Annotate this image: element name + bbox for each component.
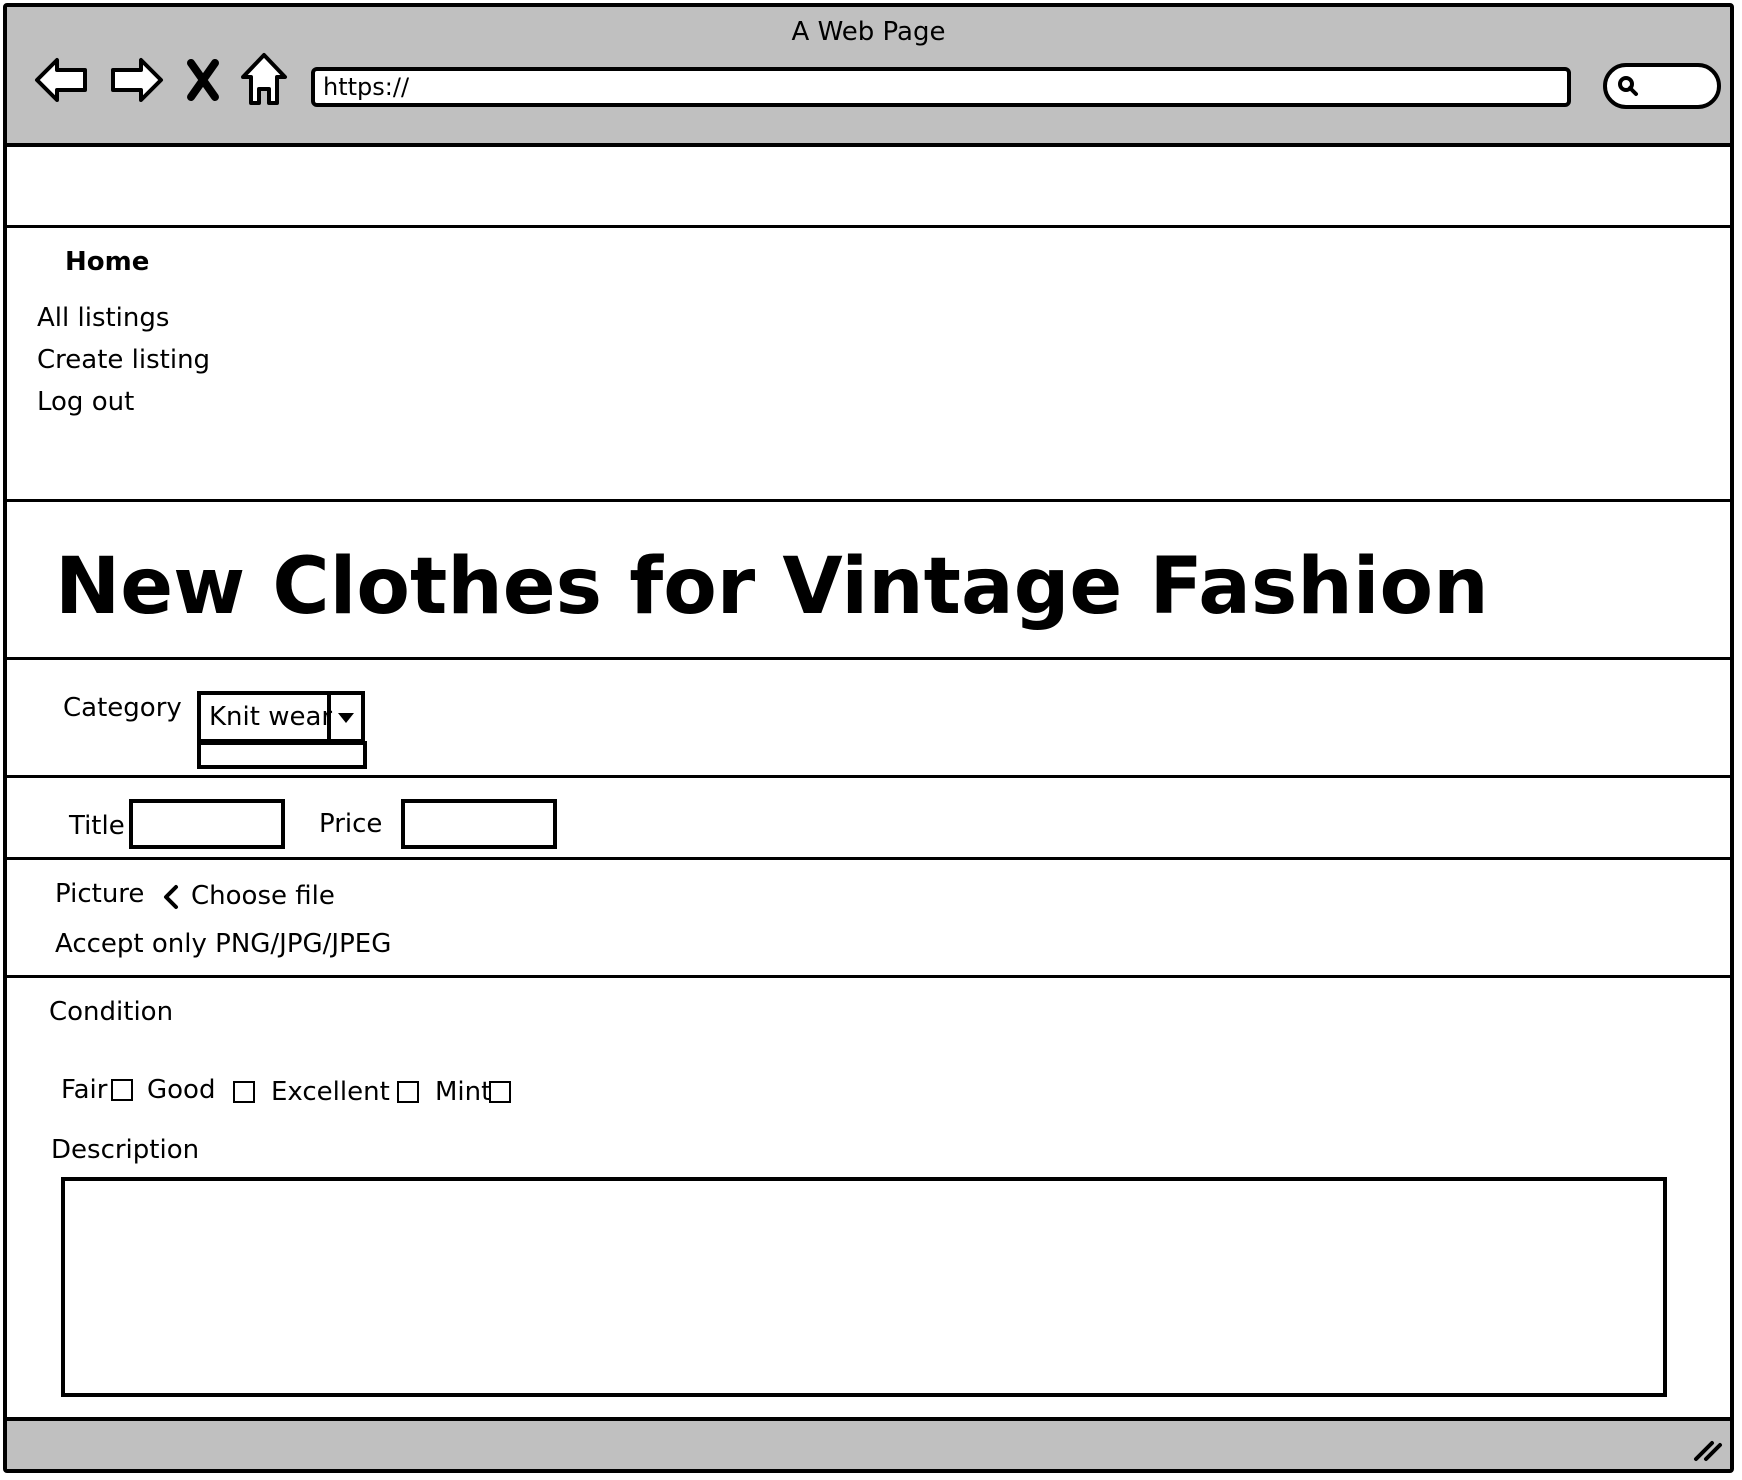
category-select[interactable]: Knit wear bbox=[197, 691, 365, 743]
category-dropdown-list[interactable] bbox=[197, 741, 367, 769]
divider bbox=[7, 657, 1730, 660]
description-label: Description bbox=[51, 1135, 200, 1165]
resize-grip-icon[interactable] bbox=[1690, 1429, 1724, 1463]
page-title: New Clothes for Vintage Fashion bbox=[55, 542, 1489, 632]
condition-excellent-label: Excellent bbox=[271, 1077, 390, 1107]
divider bbox=[7, 225, 1730, 228]
description-textarea[interactable] bbox=[61, 1177, 1667, 1397]
price-input[interactable] bbox=[401, 799, 557, 849]
search-icon bbox=[1617, 75, 1639, 97]
title-input[interactable] bbox=[129, 799, 285, 849]
back-icon[interactable] bbox=[33, 51, 91, 109]
condition-label: Condition bbox=[49, 997, 174, 1027]
dropdown-arrow-icon[interactable] bbox=[327, 695, 361, 739]
choose-file-button[interactable]: Choose file bbox=[161, 881, 335, 911]
status-bar bbox=[7, 1417, 1730, 1469]
nav-home[interactable]: Home bbox=[65, 247, 149, 277]
home-icon[interactable] bbox=[239, 51, 289, 109]
price-label: Price bbox=[319, 809, 383, 839]
divider bbox=[7, 499, 1730, 502]
nav-log-out[interactable]: Log out bbox=[37, 387, 134, 417]
accept-note: Accept only PNG/JPG/JPEG bbox=[55, 929, 392, 959]
condition-excellent-checkbox[interactable] bbox=[397, 1081, 419, 1103]
divider bbox=[7, 775, 1730, 778]
category-select-value: Knit wear bbox=[209, 702, 333, 732]
condition-mint-label: Mint bbox=[435, 1077, 492, 1107]
browser-toolbar: A Web Page https:// bbox=[7, 7, 1730, 147]
title-label: Title bbox=[69, 811, 125, 841]
forward-icon[interactable] bbox=[107, 51, 165, 109]
choose-file-label: Choose file bbox=[191, 881, 335, 911]
browser-window: A Web Page https:// Home All listings Cr… bbox=[3, 3, 1734, 1473]
condition-fair-checkbox[interactable] bbox=[111, 1079, 133, 1101]
nav-create-listing[interactable]: Create listing bbox=[37, 345, 210, 375]
nav-all-listings[interactable]: All listings bbox=[37, 303, 169, 333]
category-label: Category bbox=[63, 693, 182, 723]
condition-good-label: Good bbox=[147, 1075, 216, 1105]
picture-label: Picture bbox=[55, 879, 145, 909]
chevron-left-icon bbox=[161, 884, 181, 910]
condition-fair-label: Fair bbox=[61, 1075, 108, 1105]
condition-good-checkbox[interactable] bbox=[233, 1081, 255, 1103]
window-title: A Web Page bbox=[791, 17, 946, 47]
divider bbox=[7, 857, 1730, 860]
divider bbox=[7, 975, 1730, 978]
condition-mint-checkbox[interactable] bbox=[489, 1081, 511, 1103]
stop-icon[interactable] bbox=[181, 51, 225, 109]
browser-search-field[interactable] bbox=[1603, 63, 1721, 109]
url-bar[interactable]: https:// bbox=[311, 67, 1571, 107]
